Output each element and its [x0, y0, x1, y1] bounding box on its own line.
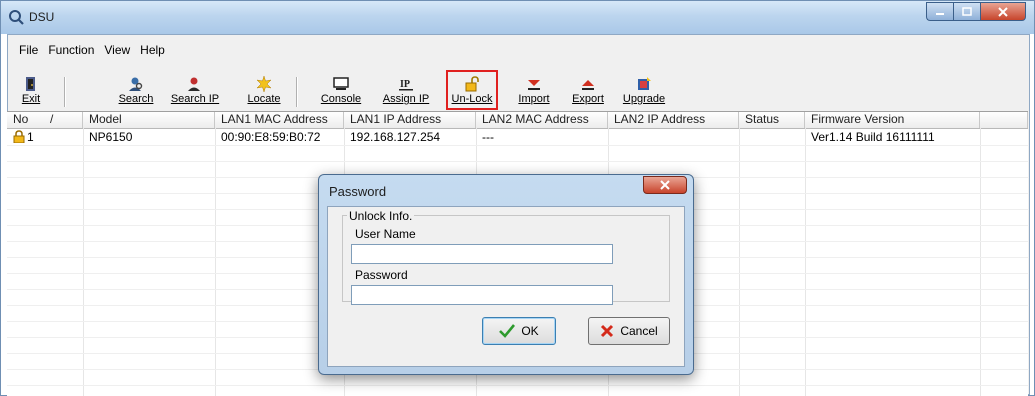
- import-button[interactable]: Import: [514, 73, 554, 109]
- import-arrow-down-icon: [528, 80, 540, 90]
- locate-label: Locate: [247, 93, 281, 105]
- dialog-close-button[interactable]: [643, 176, 687, 194]
- close-icon: [660, 180, 670, 190]
- cancel-label: Cancel: [620, 324, 658, 338]
- search-user-icon: [129, 77, 143, 91]
- cell-no: 1: [7, 129, 83, 145]
- minimize-icon: [936, 12, 944, 15]
- grid-line: [7, 161, 1028, 162]
- checkmark-icon: [499, 324, 516, 338]
- dialog-title: Password: [329, 184, 387, 199]
- password-dialog: Password Unlock Info. User Name Password…: [318, 174, 694, 375]
- export-button[interactable]: Export: [568, 73, 608, 109]
- cell-lan1-mac: 00:90:E8:59:B0:72: [221, 130, 321, 144]
- import-label: Import: [518, 93, 550, 105]
- lock-icon: [13, 130, 25, 144]
- cancel-x-icon: [601, 324, 614, 338]
- window-title: DSU: [29, 10, 55, 24]
- dialog-body: Unlock Info. User Name Password OK Cance…: [327, 206, 685, 367]
- svg-text:IP: IP: [400, 79, 410, 90]
- title-bar[interactable]: DSU: [1, 1, 1034, 34]
- password-input[interactable]: [351, 285, 613, 305]
- search-label: Search: [118, 93, 154, 105]
- exit-label: Exit: [21, 93, 41, 105]
- column-header-no-label: No: [13, 112, 29, 126]
- cell-lan1-ip: 192.168.127.254: [350, 130, 441, 144]
- table-row[interactable]: 1 NP6150 00:90:E8:59:B0:72 192.168.127.2…: [7, 129, 1028, 145]
- search-ip-button[interactable]: Search IP: [170, 73, 220, 109]
- console-label: Console: [320, 93, 362, 105]
- upgrade-chip-icon: [638, 77, 651, 90]
- menu-bar: File Function View Help: [8, 41, 170, 61]
- group-label: Unlock Info.: [347, 209, 415, 223]
- export-label: Export: [572, 93, 604, 105]
- close-button[interactable]: [980, 2, 1026, 21]
- password-label: Password: [355, 268, 408, 282]
- maximize-icon: [962, 6, 972, 16]
- column-header-no[interactable]: No /: [7, 112, 83, 128]
- column-header-filler: [980, 112, 1028, 128]
- menu-view[interactable]: View: [99, 41, 135, 61]
- ok-button[interactable]: OK: [482, 317, 556, 345]
- exit-button[interactable]: Exit: [18, 73, 44, 109]
- upgrade-label: Upgrade: [622, 93, 666, 105]
- assign-ip-label: Assign IP: [382, 93, 430, 105]
- locate-burst-icon: [256, 76, 272, 92]
- ok-label: OK: [521, 324, 539, 338]
- unlock-info-group: Unlock Info. User Name Password: [342, 209, 670, 305]
- column-header-lan2-ip[interactable]: LAN2 IP Address: [608, 112, 739, 128]
- assign-ip-icon: IP: [399, 79, 413, 91]
- cell-lan2-ip: [608, 129, 739, 145]
- console-button[interactable]: Console: [318, 73, 364, 109]
- toolbar-separator: [296, 77, 298, 107]
- console-monitor-icon: [333, 77, 349, 90]
- maximize-button[interactable]: [953, 2, 980, 21]
- menu-help[interactable]: Help: [135, 41, 170, 61]
- locate-button[interactable]: Locate: [244, 73, 284, 109]
- grid-line: [980, 128, 981, 396]
- column-header-lan1-ip[interactable]: LAN1 IP Address: [344, 112, 476, 128]
- column-header-status[interactable]: Status: [739, 112, 805, 128]
- cell-lan2-mac: ---: [482, 130, 494, 144]
- toolbar-separator: [64, 77, 66, 107]
- column-header-lan1-mac[interactable]: LAN1 MAC Address: [215, 112, 344, 128]
- window-controls: [926, 2, 1026, 22]
- close-icon: [998, 6, 1008, 17]
- dsu-app-icon: [9, 10, 24, 25]
- menu-function[interactable]: Function: [43, 41, 99, 61]
- sort-indicator: /: [50, 112, 54, 126]
- cancel-button[interactable]: Cancel: [588, 317, 670, 345]
- grid-line: [7, 145, 1028, 146]
- grid-line: [215, 128, 216, 396]
- search-ip-icon: [188, 77, 200, 91]
- user-name-label: User Name: [355, 227, 416, 241]
- cell-model: NP6150: [89, 130, 133, 144]
- cell-firmware: Ver1.14 Build 16111111: [811, 130, 935, 144]
- upgrade-button[interactable]: Upgrade: [616, 73, 672, 109]
- grid-line: [83, 128, 84, 396]
- grid-line: [805, 128, 806, 396]
- grid-line: [7, 385, 1028, 386]
- table-header: No / Model LAN1 MAC Address LAN1 IP Addr…: [7, 112, 1028, 129]
- unlock-highlight-box: [446, 70, 498, 110]
- grid-line: [739, 128, 740, 396]
- cell-status: [739, 129, 805, 145]
- minimize-button[interactable]: [926, 2, 953, 21]
- row-number: 1: [27, 130, 34, 144]
- toolbar: Exit Search Search IP Locate Console IP …: [0, 73, 1021, 109]
- search-button[interactable]: Search: [114, 73, 158, 109]
- search-ip-label: Search IP: [170, 93, 220, 105]
- column-header-firmware[interactable]: Firmware Version: [805, 112, 980, 128]
- user-name-input[interactable]: [351, 244, 613, 264]
- menu-file[interactable]: File: [14, 41, 43, 61]
- exit-door-icon: [26, 77, 35, 91]
- assign-ip-button[interactable]: IP Assign IP: [378, 73, 434, 109]
- column-header-model[interactable]: Model: [83, 112, 215, 128]
- export-arrow-up-icon: [582, 80, 594, 90]
- column-header-lan2-mac[interactable]: LAN2 MAC Address: [476, 112, 608, 128]
